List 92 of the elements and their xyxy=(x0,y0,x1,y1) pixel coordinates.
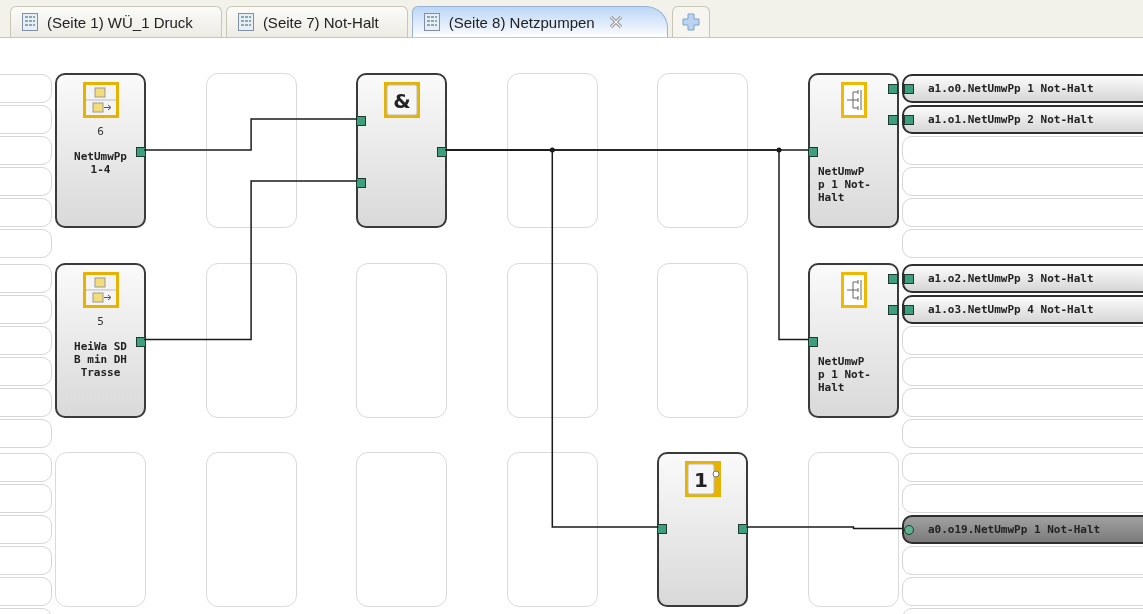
not-gate-icon: 1 xyxy=(683,460,722,498)
function-block[interactable]: 1 xyxy=(657,452,749,607)
block-label: NetUmwPp 1 Not-Halt xyxy=(818,354,871,394)
port xyxy=(904,304,914,315)
tab[interactable]: (Seite 8) Netzpumpen xyxy=(411,6,668,37)
output-slot[interactable] xyxy=(902,356,1143,386)
input-block-icon xyxy=(81,81,120,119)
port xyxy=(136,147,146,157)
input-slot[interactable] xyxy=(0,356,52,386)
port xyxy=(808,336,818,347)
output-slot[interactable] xyxy=(902,577,1143,606)
junction-dot xyxy=(549,147,555,153)
input-slot[interactable] xyxy=(0,167,52,196)
junction-dot xyxy=(776,147,782,153)
input-slot[interactable] xyxy=(0,294,52,324)
empty-cell[interactable] xyxy=(356,452,448,607)
empty-cell[interactable] xyxy=(657,73,749,228)
input-slot[interactable] xyxy=(0,484,52,513)
plus-icon xyxy=(681,13,700,31)
function-block[interactable]: 5 HeiWa SDB min DH Trasse xyxy=(55,262,146,418)
close-icon[interactable] xyxy=(608,15,623,29)
empty-cell[interactable] xyxy=(205,452,297,607)
function-block[interactable]: & xyxy=(356,73,448,228)
empty-cell[interactable] xyxy=(55,452,146,607)
input-slot[interactable] xyxy=(0,577,52,606)
input-slot[interactable] xyxy=(0,418,52,448)
port xyxy=(356,116,367,126)
signal-label: a0.o19.NetUmwPp 1 Not-Halt xyxy=(928,523,1101,536)
page-icon xyxy=(236,12,255,32)
output-signal[interactable]: a1.o3.NetUmwPp 4 Not-Halt xyxy=(902,294,1143,324)
block-label: NetUmwPp 1 Not-Halt xyxy=(818,165,871,204)
tab[interactable]: (Seite 1) WÜ_1 Druck xyxy=(10,6,222,37)
empty-cell[interactable] xyxy=(657,262,749,418)
output-slot[interactable] xyxy=(902,546,1143,575)
port xyxy=(437,147,448,157)
port xyxy=(888,304,898,315)
input-slot[interactable] xyxy=(0,515,52,544)
signal-label: a1.o2.NetUmwPp 3 Not-Halt xyxy=(928,271,1094,285)
function-block[interactable]: NetUmwPp 1 Not-Halt xyxy=(808,262,899,418)
block-label: NetUmwPp 1-4 xyxy=(74,150,127,176)
tab[interactable]: (Seite 7) Not-Halt xyxy=(225,6,408,37)
signal-label: a1.o1.NetUmwPp 2 Not-Halt xyxy=(928,113,1094,126)
output-slot[interactable] xyxy=(902,484,1143,513)
output-signal[interactable]: a1.o1.NetUmwPp 2 Not-Halt xyxy=(902,105,1143,134)
new-tab-button[interactable] xyxy=(671,6,710,37)
output-slot[interactable] xyxy=(902,325,1143,355)
page-icon xyxy=(422,12,441,32)
inverted-port xyxy=(904,525,914,535)
input-slot[interactable] xyxy=(0,546,52,575)
output-slot[interactable] xyxy=(902,229,1143,258)
output-slot[interactable] xyxy=(902,198,1143,227)
port xyxy=(904,273,914,284)
signal-label: a1.o0.NetUmwPp 1 Not-Halt xyxy=(928,82,1094,95)
empty-cell[interactable] xyxy=(205,73,297,228)
block-number: 6 xyxy=(97,125,104,138)
block-label: HeiWa SDB min DH Trasse xyxy=(74,339,127,379)
output-signal[interactable]: a1.o0.NetUmwPp 1 Not-Halt xyxy=(902,74,1143,103)
output-signal[interactable]: a1.o2.NetUmwPp 3 Not-Halt xyxy=(902,263,1143,293)
block-number: 5 xyxy=(97,314,104,328)
output-slot[interactable] xyxy=(902,167,1143,196)
output-slot[interactable] xyxy=(902,387,1143,417)
port xyxy=(657,524,668,534)
empty-cell[interactable] xyxy=(506,73,598,228)
empty-cell[interactable] xyxy=(356,262,448,418)
function-block[interactable]: 6 NetUmwPp 1-4 xyxy=(55,73,146,228)
and-gate-icon: & xyxy=(382,81,421,119)
output-slot[interactable] xyxy=(902,136,1143,165)
input-slot[interactable] xyxy=(0,74,52,103)
port xyxy=(136,336,146,347)
output-slot[interactable] xyxy=(902,418,1143,448)
empty-cell[interactable] xyxy=(205,262,297,418)
port xyxy=(738,524,749,534)
input-block-icon xyxy=(81,270,120,309)
input-slot[interactable] xyxy=(0,263,52,293)
input-slot[interactable] xyxy=(0,198,52,227)
empty-cell[interactable] xyxy=(506,262,598,418)
empty-cell[interactable] xyxy=(808,452,899,607)
signal-label: a1.o3.NetUmwPp 4 Not-Halt xyxy=(928,302,1094,316)
input-slot[interactable] xyxy=(0,453,52,482)
port xyxy=(356,178,367,188)
port xyxy=(888,273,898,284)
input-slot[interactable] xyxy=(0,325,52,355)
page-icon xyxy=(21,12,39,32)
port xyxy=(808,147,818,157)
input-slot[interactable] xyxy=(0,229,52,258)
empty-cell[interactable] xyxy=(506,452,598,607)
input-slot[interactable] xyxy=(0,136,52,165)
output-slot[interactable] xyxy=(902,453,1143,482)
output-signal[interactable]: a0.o19.NetUmwPp 1 Not-Halt xyxy=(902,515,1143,544)
input-slot[interactable] xyxy=(0,105,52,134)
function-block[interactable]: NetUmwPp 1 Not-Halt xyxy=(808,73,899,228)
input-slot[interactable] xyxy=(0,387,52,417)
